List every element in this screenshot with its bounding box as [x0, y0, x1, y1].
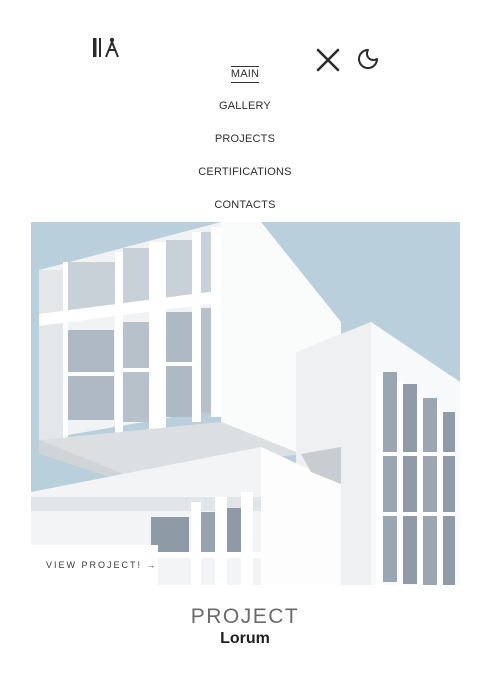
project-name[interactable]: Lorum: [0, 630, 490, 648]
project-hero-image[interactable]: [31, 222, 460, 585]
nav-item-main[interactable]: MAIN: [0, 66, 490, 99]
nav-item-label: MAIN: [230, 66, 260, 83]
nav-item-label: GALLERY: [219, 100, 271, 112]
nav-item-gallery[interactable]: GALLERY: [0, 99, 490, 132]
nav-item-label: CONTACTS: [214, 199, 276, 211]
project-label: PROJECT: [190, 605, 300, 628]
logo-icon[interactable]: [92, 37, 120, 59]
nav-item-certifications[interactable]: CERTIFICATIONS: [0, 165, 490, 198]
nav-item-label: CERTIFICATIONS: [198, 166, 292, 178]
nav-item-projects[interactable]: PROJECTS: [0, 132, 490, 165]
main-nav: MAIN GALLERY PROJECTS CERTIFICATIONS CON…: [0, 66, 490, 231]
view-project-button[interactable]: VIEW PROJECT! →: [31, 545, 158, 585]
nav-item-label: PROJECTS: [214, 133, 276, 145]
